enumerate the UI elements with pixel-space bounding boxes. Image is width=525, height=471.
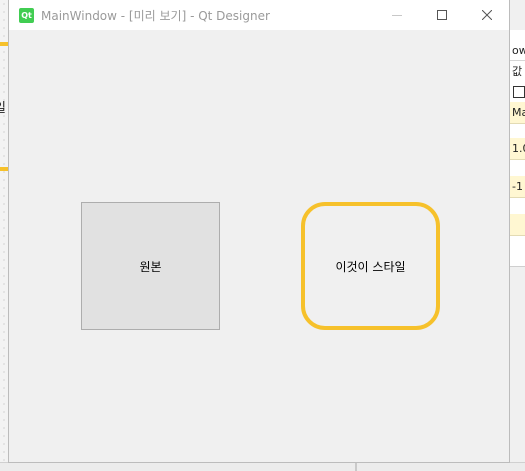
property-editor-value-header: 값 <box>512 65 523 78</box>
property-editor-row[interactable] <box>509 214 525 236</box>
designer-background-text: 일 <box>0 97 6 116</box>
central-widget: 원본 이것이 스타일 <box>9 30 509 462</box>
close-icon <box>481 10 492 20</box>
property-editor-empty-area <box>509 266 525 462</box>
title-bar[interactable]: Qt MainWindow - [미리 보기] - Qt Designer <box>9 0 509 30</box>
property-editor-rule <box>509 60 525 61</box>
maximize-button[interactable] <box>419 0 464 30</box>
property-editor-panel: ow 값 Ma 1.0 -1 <box>509 30 525 462</box>
window-title: MainWindow - [미리 보기] - Qt Designer <box>41 9 270 23</box>
styled-button[interactable]: 이것이 스타일 <box>301 202 440 330</box>
preview-window: Qt MainWindow - [미리 보기] - Qt Designer 원본… <box>9 0 509 462</box>
property-editor-header-fragment: ow <box>512 44 525 57</box>
original-button[interactable]: 원본 <box>81 202 220 330</box>
minimize-button[interactable] <box>374 0 419 30</box>
qt-app-icon: Qt <box>19 8 34 23</box>
property-editor-row[interactable]: 1.0 <box>509 138 525 160</box>
designer-bottom-panel <box>0 462 525 471</box>
minimize-icon <box>391 15 402 16</box>
close-button[interactable] <box>464 0 509 30</box>
property-editor-row[interactable]: -1 <box>509 176 525 198</box>
checkbox-icon[interactable] <box>513 86 525 98</box>
designer-panel-splitter[interactable] <box>355 462 357 471</box>
maximize-icon <box>436 10 447 20</box>
property-editor-row[interactable]: Ma <box>509 102 525 124</box>
